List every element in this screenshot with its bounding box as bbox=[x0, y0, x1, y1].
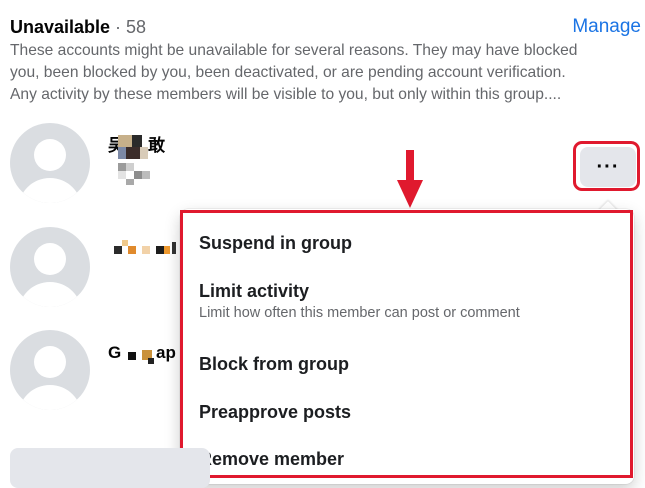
see-more-button[interactable] bbox=[10, 448, 210, 488]
description-line: Any activity by these members will be vi… bbox=[10, 86, 562, 103]
manage-link[interactable]: Manage bbox=[572, 14, 641, 40]
member-row[interactable] bbox=[10, 227, 90, 307]
annotation-highlight-button bbox=[573, 141, 640, 191]
section-count: 58 bbox=[126, 17, 147, 37]
member-name-tail: ap bbox=[156, 343, 176, 362]
section-header: Unavailable · 58 Manage bbox=[10, 14, 641, 40]
avatar[interactable] bbox=[10, 227, 90, 307]
avatar[interactable] bbox=[10, 123, 90, 203]
section-separator: · bbox=[110, 17, 127, 37]
section-title: Unavailable bbox=[10, 17, 111, 37]
section-description: These accounts might be unavailable for … bbox=[10, 40, 635, 106]
description-line: you, been blocked by you, been deactivat… bbox=[10, 64, 566, 81]
member-name[interactable]: G bbox=[108, 343, 121, 363]
annotation-down-arrow-icon bbox=[397, 150, 423, 208]
description-line: These accounts might be unavailable for … bbox=[10, 42, 578, 59]
member-row[interactable] bbox=[10, 123, 90, 203]
member-row[interactable] bbox=[10, 330, 90, 410]
annotation-highlight-menu bbox=[180, 210, 633, 478]
member-name-text: G bbox=[108, 343, 122, 362]
avatar[interactable] bbox=[10, 330, 90, 410]
member-name-tail: 敢 bbox=[148, 136, 165, 155]
